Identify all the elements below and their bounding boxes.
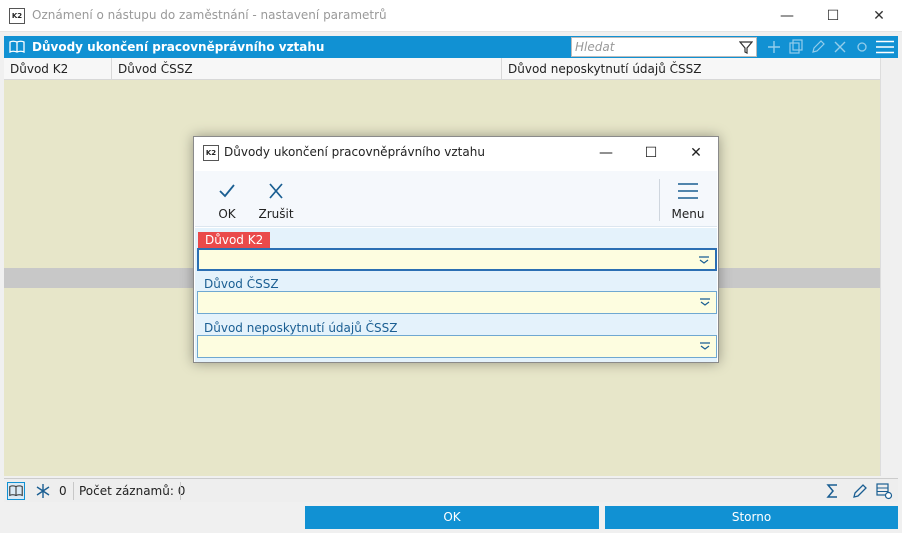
duvod-k2-input[interactable] [199,250,689,271]
app-logo-icon: K2 [9,8,25,24]
panel-header: Důvody ukončení pracovněprávního vztahu [4,36,898,58]
window-title: Oznámení o nástupu do zaměstnání - nasta… [32,8,387,22]
ok-button[interactable]: OK [305,506,599,529]
dialog-close-button[interactable]: ✕ [673,137,719,169]
sum-icon[interactable] [824,482,842,500]
column-duvod-k2[interactable]: Důvod K2 [4,58,112,80]
panel-title: Důvody ukončení pracovněprávního vztahu [32,40,325,54]
dialog-titlebar: K2 Důvody ukončení pracovněprávního vzta… [194,137,718,169]
status-divider [180,482,181,500]
app-logo-icon: K2 [203,145,219,161]
grid-column-header: Důvod K2 Důvod ČSSZ Důvod neposkytnutí ú… [4,58,880,80]
filter-icon[interactable] [739,40,753,54]
duvod-cssz-field[interactable] [197,291,717,314]
dropdown-icon[interactable] [699,341,711,351]
dialog-window: K2 Důvody ukončení pracovněprávního vzta… [193,136,719,363]
status-divider [73,482,74,500]
settings-icon[interactable] [854,39,870,55]
frozen-count: 0 [59,484,67,498]
dialog-menu-label: Menu [671,207,705,221]
dialog-toolbar: OK Zrušit Menu [195,171,717,227]
storno-button[interactable]: Storno [605,506,898,529]
add-icon[interactable] [766,39,782,55]
duvod-cssz-input[interactable] [198,292,688,313]
dropdown-icon[interactable] [698,255,710,265]
field-label-duvod-neposkytnuti: Důvod neposkytnutí údajů ČSSZ [204,321,398,335]
dropdown-icon[interactable] [699,297,711,307]
duvod-k2-field[interactable] [197,248,717,271]
edit-icon[interactable] [851,482,869,500]
edit-icon[interactable] [810,39,826,55]
dialog-cancel-button[interactable]: Zrušit [253,171,299,227]
field-label-duvod-cssz: Důvod ČSSZ [204,277,279,291]
records-count: Počet záznamů: 0 [79,484,186,498]
table-settings-icon[interactable] [875,482,893,500]
search-input[interactable] [572,38,737,56]
book-icon[interactable] [7,482,25,500]
close-icon [269,183,283,199]
copy-icon[interactable] [788,39,804,55]
book-icon[interactable] [9,39,25,55]
dialog-maximize-button[interactable]: ☐ [628,137,674,169]
dialog-form: Důvod K2 Důvod ČSSZ Důvod neposkytnutí ú… [195,228,717,362]
menu-icon[interactable] [876,40,894,54]
snowflake-icon[interactable] [34,482,52,500]
dialog-menu-button[interactable]: Menu [665,171,711,227]
hamburger-menu-icon [678,183,698,199]
minimize-button[interactable]: — [764,0,810,32]
vertical-scrollbar[interactable] [880,58,898,476]
toolbar-divider [659,179,660,221]
checkmark-icon [219,184,235,198]
dialog-ok-button[interactable]: OK [207,171,247,227]
dialog-title: Důvody ukončení pracovněprávního vztahu [224,145,485,159]
search-box[interactable] [571,37,757,57]
status-bar: 0 Počet záznamů: 0 [4,478,898,502]
duvod-neposkytnuti-input[interactable] [198,336,688,357]
dialog-cancel-label: Zrušit [258,207,294,221]
maximize-button[interactable]: ☐ [810,0,856,32]
field-label-duvod-k2: Důvod K2 [198,232,271,248]
dialog-minimize-button[interactable]: — [583,137,629,169]
delete-icon[interactable] [832,39,848,55]
close-button[interactable]: ✕ [856,0,902,32]
main-titlebar: K2 Oznámení o nástupu do zaměstnání - na… [0,0,902,32]
column-duvod-cssz[interactable]: Důvod ČSSZ [112,58,502,80]
column-duvod-neposkytnuti[interactable]: Důvod neposkytnutí údajů ČSSZ [502,58,880,80]
duvod-neposkytnuti-field[interactable] [197,335,717,358]
dialog-ok-label: OK [218,207,236,221]
